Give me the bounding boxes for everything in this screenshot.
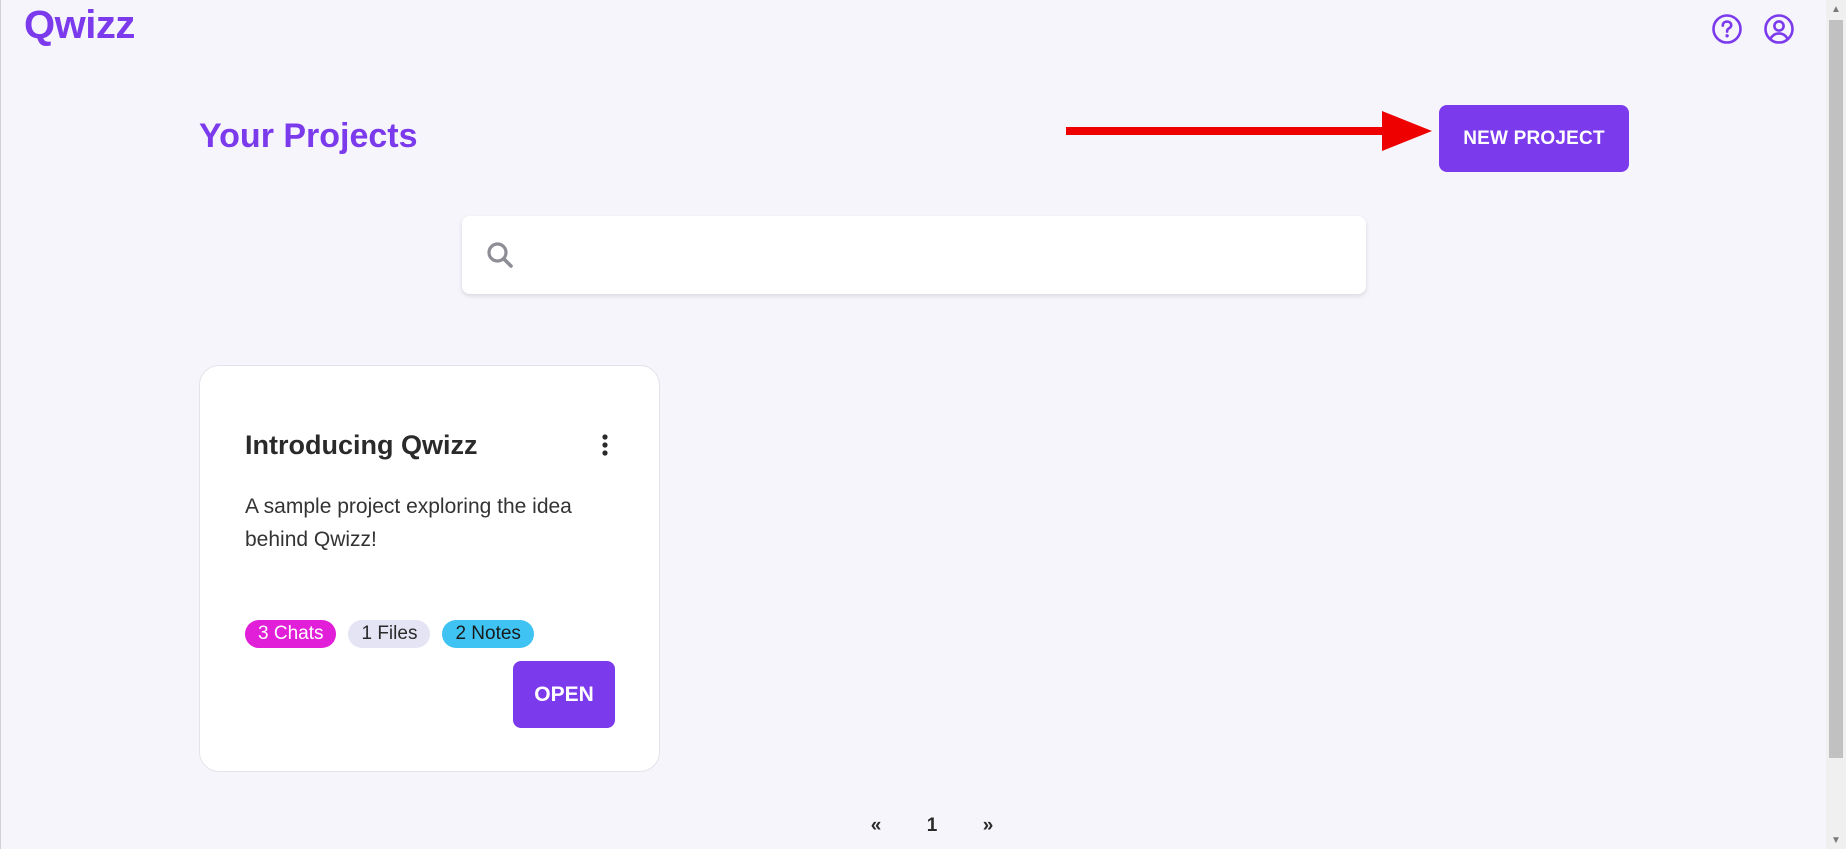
more-options-icon[interactable] (593, 430, 617, 460)
project-card: Introducing Qwizz A sample project explo… (199, 365, 660, 772)
window-left-border (0, 0, 1, 849)
search-input[interactable] (528, 215, 1366, 295)
project-description: A sample project exploring the idea behi… (245, 495, 572, 551)
new-project-button[interactable]: NEW PROJECT (1439, 105, 1629, 172)
pagination: « 1 » (848, 815, 1016, 837)
chats-count-badge: 3 Chats (245, 620, 337, 648)
brand-logo[interactable]: Qwizz (24, 2, 135, 48)
pagination-page-1[interactable]: 1 (904, 815, 960, 837)
notes-count-badge: 2 Notes (442, 620, 534, 648)
help-icon[interactable] (1710, 12, 1744, 46)
header-actions (1710, 12, 1796, 46)
user-account-icon[interactable] (1762, 12, 1796, 46)
project-badges: 3 Chats 1 Files 2 Notes (245, 620, 534, 648)
pagination-next[interactable]: » (960, 815, 1016, 837)
annotation-arrow (1066, 111, 1432, 151)
search-icon (482, 237, 518, 273)
scroll-down-arrow-icon[interactable]: ▼ (1826, 831, 1846, 849)
scrollbar-thumb[interactable] (1829, 20, 1843, 758)
page-title: Your Projects (199, 117, 418, 155)
scroll-up-arrow-icon[interactable]: ▲ (1826, 0, 1846, 18)
vertical-scrollbar[interactable]: ▲ ▼ (1826, 0, 1846, 849)
project-title: Introducing Qwizz (245, 430, 478, 460)
open-project-button[interactable]: OPEN (513, 661, 615, 728)
search-bar (462, 215, 1366, 295)
files-count-badge: 1 Files (348, 620, 431, 648)
pagination-prev[interactable]: « (848, 815, 904, 837)
